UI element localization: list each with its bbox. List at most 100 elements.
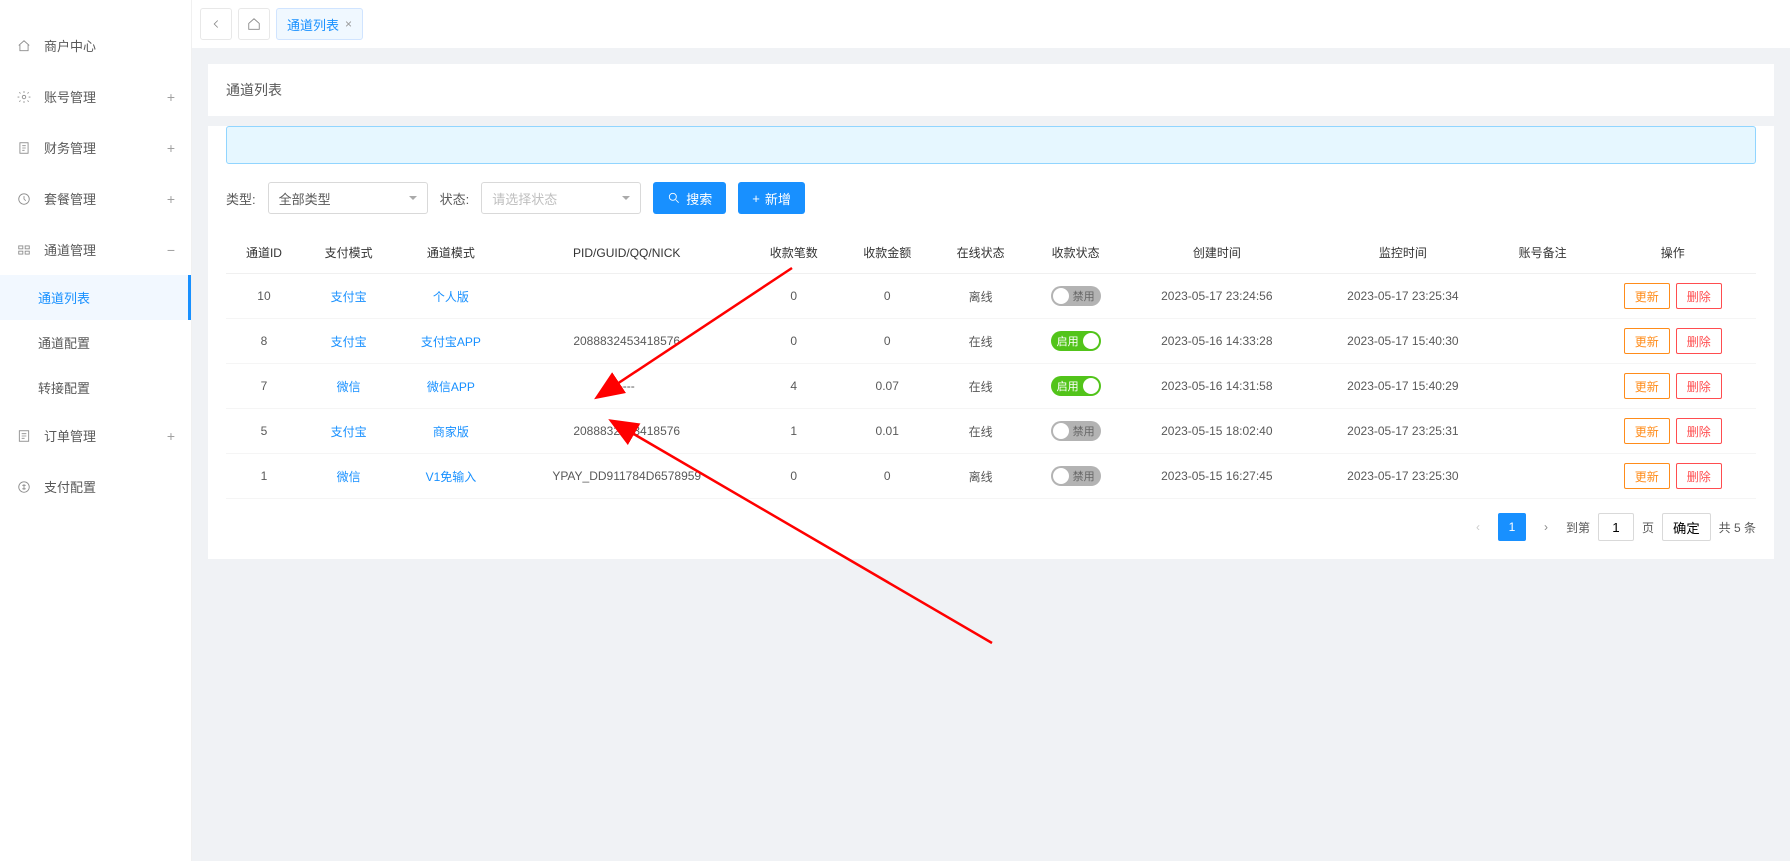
delete-button[interactable]: 删除 — [1676, 328, 1722, 354]
cell-pid: 2088832453418576 — [506, 319, 747, 364]
delete-button[interactable]: 删除 — [1676, 463, 1722, 489]
cell-created: 2023-05-16 14:33:28 — [1124, 319, 1310, 364]
delete-button[interactable]: 删除 — [1676, 418, 1722, 444]
cell-created: 2023-05-16 14:31:58 — [1124, 364, 1310, 409]
nav-item-0[interactable]: 商户中心 — [0, 20, 191, 71]
goto-input[interactable] — [1598, 513, 1634, 541]
update-button[interactable]: 更新 — [1624, 463, 1670, 489]
cell-actions: 更新删除 — [1589, 364, 1756, 409]
nav-item-5[interactable]: 订单管理+ — [0, 410, 191, 461]
update-button[interactable]: 更新 — [1624, 418, 1670, 444]
main: 通道列表 × 通道列表 类型: 全部类型 状态: 请选择状态 搜索 — [192, 0, 1790, 861]
cell-channelmode[interactable]: 商家版 — [395, 409, 506, 454]
table-row: 8支付宝支付宝APP208883245341857600在线启用2023-05-… — [226, 319, 1756, 364]
cell-channelmode[interactable]: 微信APP — [395, 364, 506, 409]
col-header: 创建时间 — [1124, 232, 1310, 274]
type-label: 类型: — [226, 189, 256, 208]
cell-paymode[interactable]: 微信 — [302, 364, 395, 409]
cell-channelmode[interactable]: 个人版 — [395, 274, 506, 319]
page-label: 页 — [1642, 519, 1654, 536]
col-header: 收款金额 — [840, 232, 933, 274]
close-icon[interactable]: × — [345, 17, 352, 31]
cell-amount: 0 — [840, 274, 933, 319]
filter-row: 类型: 全部类型 状态: 请选择状态 搜索 + 新增 — [208, 164, 1774, 232]
cell-amount: 0.07 — [840, 364, 933, 409]
toggle-switch[interactable]: 禁用 — [1051, 466, 1101, 486]
goto-confirm[interactable]: 确定 — [1662, 513, 1711, 541]
tab-channel-list[interactable]: 通道列表 × — [276, 8, 363, 40]
page-number[interactable]: 1 — [1498, 513, 1526, 541]
status-select[interactable]: 请选择状态 — [481, 182, 641, 214]
nav-item-6[interactable]: 支付配置 — [0, 461, 191, 512]
cell-id: 1 — [226, 454, 302, 499]
toggle-switch[interactable]: 禁用 — [1051, 421, 1101, 441]
cell-created: 2023-05-15 18:02:40 — [1124, 409, 1310, 454]
cell-paymode[interactable]: 微信 — [302, 454, 395, 499]
update-button[interactable]: 更新 — [1624, 373, 1670, 399]
sub-item-2[interactable]: 转接配置 — [0, 365, 191, 410]
search-button[interactable]: 搜索 — [653, 182, 726, 214]
cell-channelmode[interactable]: V1免输入 — [395, 454, 506, 499]
back-button[interactable] — [200, 8, 232, 40]
cell-toggle: 启用 — [1027, 364, 1123, 409]
expand-icon: + — [167, 89, 175, 105]
nav-item-1[interactable]: 账号管理+ — [0, 71, 191, 122]
cell-count: 0 — [747, 274, 840, 319]
cell-count: 0 — [747, 319, 840, 364]
prev-page[interactable]: ‹ — [1466, 513, 1490, 541]
col-header: 支付模式 — [302, 232, 395, 274]
type-select[interactable]: 全部类型 — [268, 182, 428, 214]
cell-amount: 0.01 — [840, 409, 933, 454]
delete-button[interactable]: 删除 — [1676, 373, 1722, 399]
cell-id: 5 — [226, 409, 302, 454]
next-page[interactable]: › — [1534, 513, 1558, 541]
cell-monitored: 2023-05-17 15:40:29 — [1310, 364, 1496, 409]
delete-button[interactable]: 删除 — [1676, 283, 1722, 309]
cell-paymode[interactable]: 支付宝 — [302, 274, 395, 319]
cell-pid: ---- — [506, 364, 747, 409]
cell-channelmode[interactable]: 支付宝APP — [395, 319, 506, 364]
cell-paymode[interactable]: 支付宝 — [302, 409, 395, 454]
cell-actions: 更新删除 — [1589, 319, 1756, 364]
nav-label: 财务管理 — [44, 138, 167, 157]
cell-id: 7 — [226, 364, 302, 409]
cell-toggle: 禁用 — [1027, 409, 1123, 454]
cell-online: 离线 — [934, 274, 1027, 319]
clock-icon — [16, 191, 32, 207]
cell-pid — [506, 274, 747, 319]
sub-item-0[interactable]: 通道列表 — [0, 275, 191, 320]
nav-item-3[interactable]: 套餐管理+ — [0, 173, 191, 224]
nav-item-2[interactable]: 财务管理+ — [0, 122, 191, 173]
toggle-switch[interactable]: 启用 — [1051, 331, 1101, 351]
home-button[interactable] — [238, 8, 270, 40]
cell-actions: 更新删除 — [1589, 409, 1756, 454]
sub-item-1[interactable]: 通道配置 — [0, 320, 191, 365]
table-row: 1微信V1免输入YPAY_DD911784D657895900离线禁用2023-… — [226, 454, 1756, 499]
update-button[interactable]: 更新 — [1624, 283, 1670, 309]
col-header: 账号备注 — [1496, 232, 1589, 274]
add-button[interactable]: + 新增 — [738, 182, 805, 214]
cell-pid: 2088832453418576 — [506, 409, 747, 454]
cell-paymode[interactable]: 支付宝 — [302, 319, 395, 364]
nav-label: 通道管理 — [44, 240, 167, 259]
cell-remark — [1496, 409, 1589, 454]
nav-label: 订单管理 — [44, 426, 167, 445]
tab-label: 通道列表 — [287, 15, 339, 34]
col-header: 通道ID — [226, 232, 302, 274]
page-title: 通道列表 — [208, 64, 1774, 116]
cell-monitored: 2023-05-17 23:25:34 — [1310, 274, 1496, 319]
col-header: 收款笔数 — [747, 232, 840, 274]
chevron-left-icon — [209, 17, 223, 31]
nav-item-4[interactable]: 通道管理− — [0, 224, 191, 275]
nav-label: 套餐管理 — [44, 189, 167, 208]
gear-icon — [16, 89, 32, 105]
cell-count: 1 — [747, 409, 840, 454]
update-button[interactable]: 更新 — [1624, 328, 1670, 354]
goto-label: 到第 — [1566, 519, 1590, 536]
expand-icon: + — [167, 191, 175, 207]
toggle-switch[interactable]: 禁用 — [1051, 286, 1101, 306]
toggle-switch[interactable]: 启用 — [1051, 376, 1101, 396]
cell-toggle: 禁用 — [1027, 274, 1123, 319]
table-row: 5支付宝商家版208883245341857610.01在线禁用2023-05-… — [226, 409, 1756, 454]
cell-monitored: 2023-05-17 23:25:31 — [1310, 409, 1496, 454]
